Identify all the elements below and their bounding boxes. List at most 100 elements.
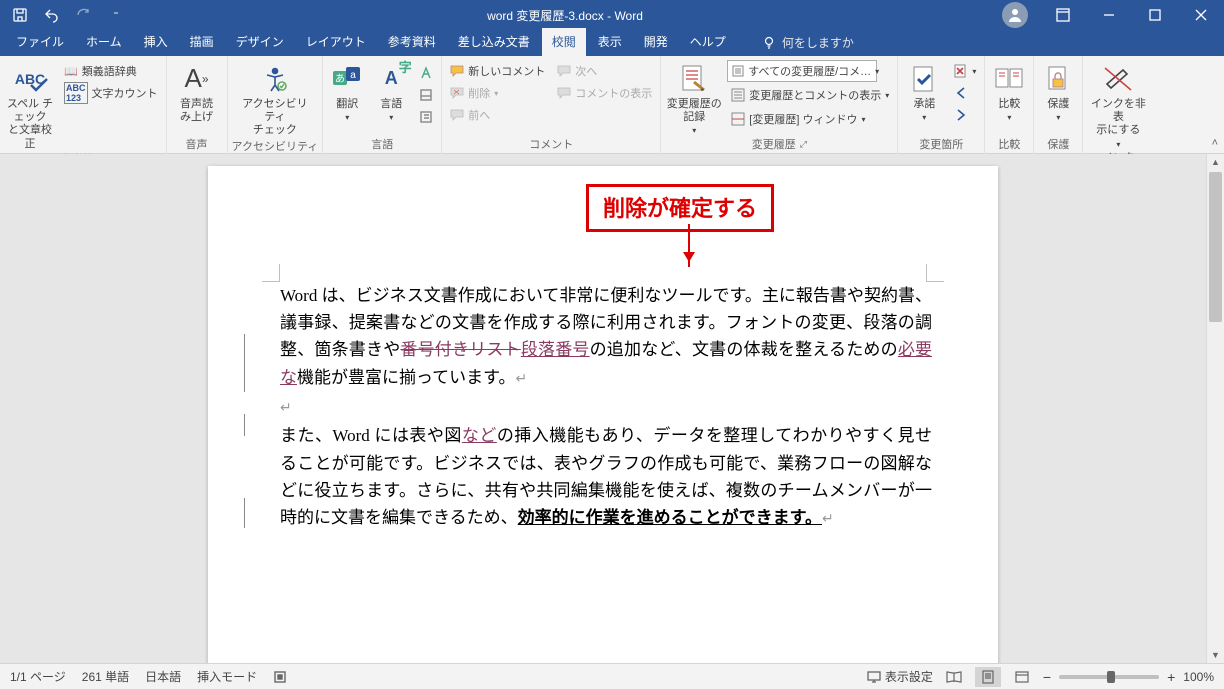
lang-small2[interactable] [415,84,437,106]
tab-file[interactable]: ファイル [6,28,74,56]
tab-mailmerge[interactable]: 差し込み文書 [448,28,540,56]
show-markup-button[interactable]: 変更履歴とコメントの表示 ▾ [727,84,893,106]
group-comments: 新しいコメント 削除 ▾ 前へ 次へ コメントの表示 コメント [442,56,661,154]
zoom-level[interactable]: 100% [1183,670,1214,684]
reviewing-pane-button[interactable]: [変更履歴] ウィンドウ ▾ [727,108,893,130]
spellcheck-button[interactable]: ABC スペル チェック と文章校正 [4,60,56,151]
accept-button[interactable]: 承諾▾ [902,60,946,123]
new-comment-button[interactable]: 新しいコメント [446,60,549,82]
wordcount-button[interactable]: ABC123文字カウント [60,82,162,104]
prev-comment-button[interactable]: 前へ [446,104,549,126]
next-comment-button[interactable]: 次へ [553,60,656,82]
svg-text:a: a [351,70,357,81]
tracked-insertion[interactable]: 段落番号 [521,340,590,359]
maximize-button[interactable] [1132,0,1178,30]
statusbar: 1/1 ページ 261 単語 日本語 挿入モード 表示設定 − + 100% [0,663,1224,689]
language-button[interactable]: A字 言語▾ [371,60,411,123]
translate-button[interactable]: あa 翻訳▾ [327,60,367,123]
titlebar: ⁼ word 変更履歴-3.docx - Word [0,0,1224,30]
crop-mark-tr [926,264,944,282]
tracking-launcher[interactable]: ⤢ [800,139,807,150]
tab-review[interactable]: 校閲 [542,28,586,56]
zoom-out-button[interactable]: − [1043,669,1051,685]
group-label-accessibility: アクセシビリティ [232,138,319,156]
insert-mode-indicator[interactable]: 挿入モード [197,668,257,685]
tab-design[interactable]: デザイン [226,28,294,56]
language-icon: A字 [385,62,398,96]
tab-developer[interactable]: 開発 [634,28,678,56]
paragraph[interactable]: ↵ [280,393,932,420]
delete-comment-button[interactable]: 削除 ▾ [446,82,549,104]
prev-change-button[interactable] [950,82,980,104]
hide-ink-icon [1103,62,1133,96]
tab-home[interactable]: ホーム [76,28,132,56]
display-settings[interactable]: 表示設定 [867,668,933,685]
group-label-language: 言語 [371,136,393,154]
show-comments-button[interactable]: コメントの表示 [553,82,656,104]
collapse-ribbon-button[interactable]: ˄ [1212,137,1218,149]
document-area[interactable]: 削除が確定する Word は、ビジネス文書作成において非常に便利なツールです。主… [0,154,1206,663]
track-changes-icon [679,62,709,96]
tab-references[interactable]: 参考資料 [378,28,446,56]
zoom-handle[interactable] [1107,671,1115,683]
compare-button[interactable]: 比較▾ [989,60,1029,123]
accept-icon [910,62,938,96]
scroll-up-button[interactable]: ▲ [1207,154,1224,170]
minimize-button[interactable] [1086,0,1132,30]
lang-small1[interactable] [415,62,437,84]
tell-me-search[interactable]: 何をしますか [752,29,864,56]
ribbon-options-button[interactable] [1040,0,1086,30]
reject-button[interactable]: ▾ [950,60,980,82]
readaloud-button[interactable]: A» 音声読 み上げ [171,60,223,124]
document-body[interactable]: Word は、ビジネス文書作成において非常に便利なツールです。主に報告書や契約書… [280,282,932,533]
lang-small3[interactable] [415,106,437,128]
wordcount-icon: ABC123 [64,82,88,104]
read-mode-button[interactable] [941,667,967,687]
undo-button[interactable] [40,3,64,27]
redo-button[interactable] [72,3,96,27]
next-change-button[interactable] [950,104,980,126]
lightbulb-icon [762,36,776,50]
tab-draw[interactable]: 描画 [180,28,224,56]
svg-text:あ: あ [335,73,345,85]
tab-layout[interactable]: レイアウト [296,28,376,56]
tab-help[interactable]: ヘルプ [680,28,736,56]
page-indicator[interactable]: 1/1 ページ [10,668,66,685]
zoom-in-button[interactable]: + [1167,669,1175,685]
scroll-thumb[interactable] [1209,172,1222,322]
display-mode-select[interactable]: すべての変更履歴/コメ…▾ [727,60,877,82]
page[interactable]: 削除が確定する Word は、ビジネス文書作成において非常に便利なツールです。主… [208,166,998,663]
bold-underline-text[interactable]: 効率的に作業を進めることができます。 [518,508,822,527]
print-layout-button[interactable] [975,667,1001,687]
comment-prev-icon [450,108,464,122]
zoom-slider[interactable] [1059,675,1159,679]
track-changes-button[interactable]: 変更履歴の 記録▾ [665,60,723,136]
accessibility-button[interactable]: アクセシビリティ チェック [239,60,311,138]
group-label-compare: 比較 [998,136,1020,154]
tab-insert[interactable]: 挿入 [134,28,178,56]
hide-ink-button[interactable]: インクを非表 示にする▾ [1087,60,1149,149]
scroll-down-button[interactable]: ▼ [1207,647,1224,663]
group-protect: 保護▾ 保護 [1034,56,1083,154]
ribbon-tabs: ファイル ホーム 挿入 描画 デザイン レイアウト 参考資料 差し込み文書 校閲… [0,30,1224,56]
tracked-insertion[interactable]: など [462,426,497,445]
tracked-deletion[interactable]: 番号付きリスト [400,340,520,359]
group-proofing: ABC スペル チェック と文章校正 📖類義語辞典 ABC123文字カウント 文… [0,56,167,154]
pilcrow-icon: ↵ [515,372,527,387]
paragraph[interactable]: Word は、ビジネス文書作成において非常に便利なツールです。主に報告書や契約書… [280,282,932,391]
protect-button[interactable]: 保護▾ [1038,60,1078,123]
thesaurus-button[interactable]: 📖類義語辞典 [60,60,162,82]
compare-icon [994,62,1024,96]
web-layout-button[interactable] [1009,667,1035,687]
account-avatar[interactable] [1002,2,1028,28]
close-button[interactable] [1178,0,1224,30]
tab-view[interactable]: 表示 [588,28,632,56]
paragraph[interactable]: また、Word には表や図などの挿入機能もあり、データを整理してわかりやすく見せ… [280,422,932,531]
autosave-icon[interactable] [8,3,32,27]
qat-custom-button[interactable]: ⁼ [104,3,128,27]
vertical-scrollbar[interactable]: ▲ ▼ [1206,154,1224,663]
group-label-speech: 音声 [186,136,208,154]
language-indicator[interactable]: 日本語 [145,668,181,685]
macro-indicator[interactable] [273,670,287,684]
word-count[interactable]: 261 単語 [82,668,129,685]
